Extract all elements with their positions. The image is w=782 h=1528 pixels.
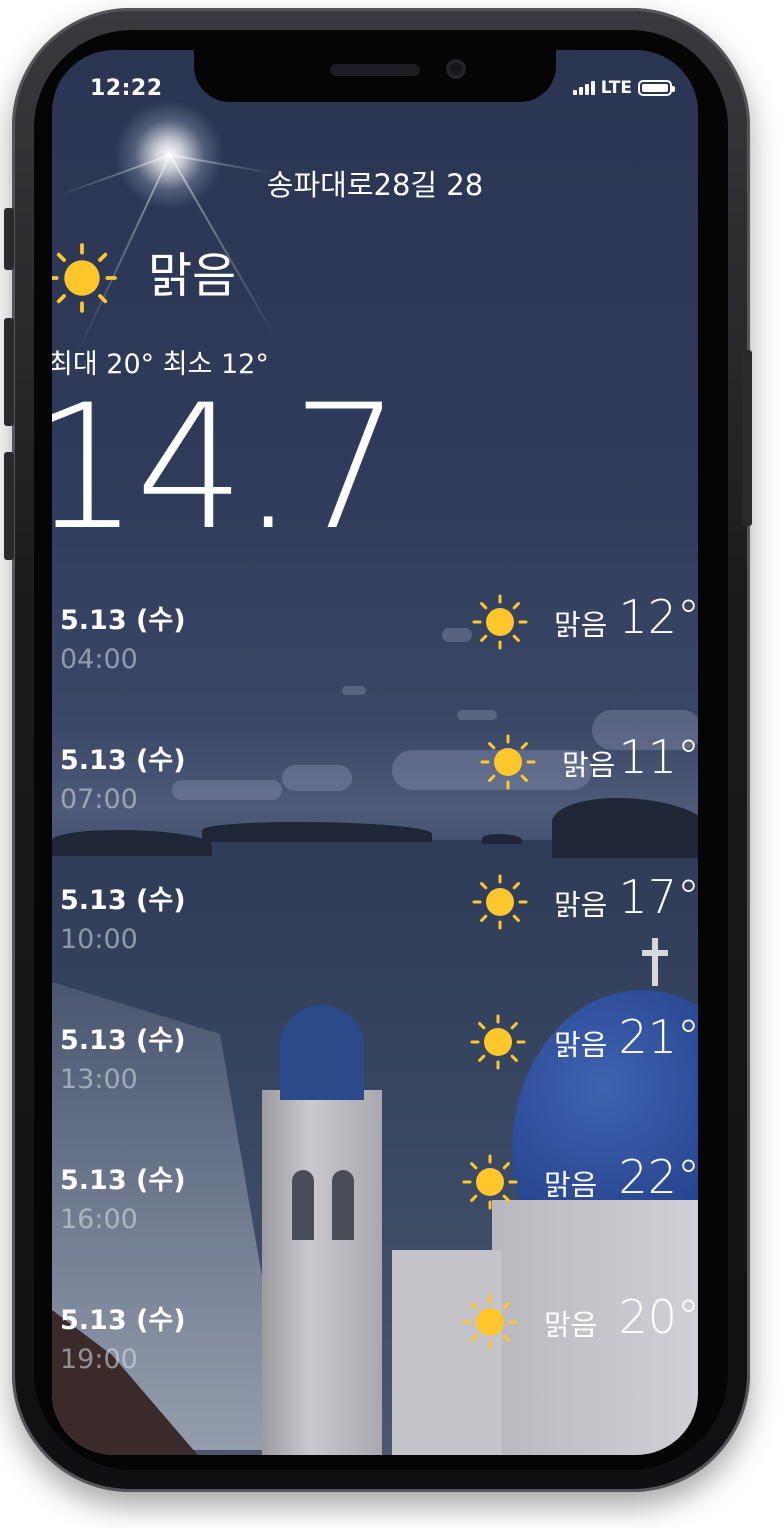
speaker (330, 64, 420, 76)
cloud (457, 710, 497, 720)
forecast-temperature: 20° (618, 1290, 698, 1344)
forecast-condition: 맑음 (554, 888, 608, 922)
network-type: LTE (600, 78, 632, 98)
power-button (742, 350, 752, 526)
forecast-row[interactable]: 5.13 (수) 04:00 맑음 12° (52, 590, 698, 708)
location-title[interactable]: 송파대로28길 28 (52, 162, 698, 204)
forecast-condition: 맑음 (554, 608, 608, 642)
sun-icon (472, 594, 528, 650)
forecast-row[interactable]: 5.13 (수) 16:00 맑음 22° (52, 1150, 698, 1268)
volume-down-button (4, 452, 14, 560)
battery-icon (638, 80, 675, 96)
current-temperature: 14.7 (52, 367, 401, 568)
mute-switch (4, 208, 14, 270)
forecast-date: 5.13 (수) (60, 885, 186, 916)
signal-icon (572, 81, 595, 95)
sun-icon (462, 1154, 518, 1210)
forecast-condition: 맑음 (562, 748, 616, 782)
forecast-row[interactable]: 5.13 (수) 19:00 맑음 20° (52, 1290, 698, 1408)
forecast-row[interactable]: 5.13 (수) 13:00 맑음 21° (52, 1010, 698, 1128)
forecast-date: 5.13 (수) (60, 1305, 186, 1336)
sun-icon (462, 1294, 518, 1350)
forecast-temperature: 11° (618, 730, 698, 784)
forecast-row[interactable]: 5.13 (수) 07:00 맑음 11° (52, 730, 698, 848)
forecast-row[interactable]: 5.13 (수) 10:00 맑음 17° (52, 870, 698, 988)
sun-icon (472, 874, 528, 930)
notch (194, 50, 556, 102)
sun-icon (52, 243, 117, 313)
forecast-time: 19:00 (60, 1344, 138, 1375)
forecast-time: 16:00 (60, 1204, 138, 1235)
sun-icon (480, 734, 536, 790)
forecast-temperature: 22° (618, 1150, 698, 1204)
weather-screen: 12:22 LTE 송파대로28길 28 맑음 최대 20° 최소 12° 14… (52, 50, 698, 1455)
forecast-date: 5.13 (수) (60, 1025, 186, 1056)
forecast-date: 5.13 (수) (60, 605, 186, 636)
forecast-time: 13:00 (60, 1064, 138, 1095)
forecast-condition: 맑음 (554, 1028, 608, 1062)
sun-icon (470, 1014, 526, 1070)
forecast-temperature: 12° (618, 590, 698, 644)
forecast-time: 07:00 (60, 784, 138, 815)
forecast-time: 10:00 (60, 924, 138, 955)
forecast-condition: 맑음 (544, 1308, 598, 1342)
current-condition: 맑음 (148, 248, 237, 304)
forecast-condition: 맑음 (544, 1168, 598, 1202)
status-time: 12:22 (90, 76, 163, 101)
forecast-temperature: 21° (618, 1010, 698, 1064)
forecast-date: 5.13 (수) (60, 1165, 186, 1196)
status-indicators: LTE (572, 78, 675, 98)
forecast-time: 04:00 (60, 644, 138, 675)
forecast-temperature: 17° (618, 870, 698, 924)
forecast-date: 5.13 (수) (60, 745, 186, 776)
front-camera (446, 59, 466, 79)
volume-up-button (4, 318, 14, 426)
